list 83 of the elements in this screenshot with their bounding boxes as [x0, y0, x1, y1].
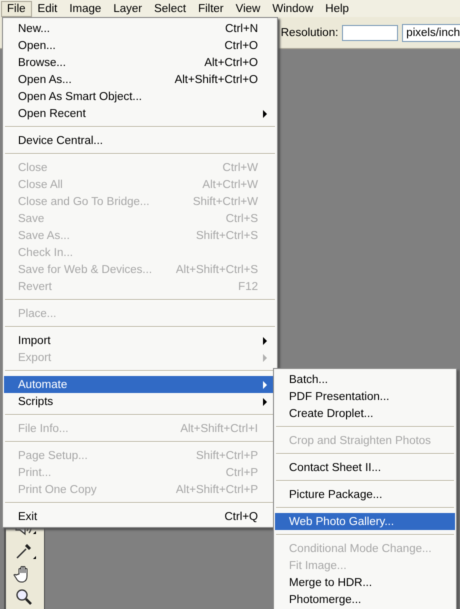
menu-item-label: Exit — [18, 510, 38, 522]
menu-item-label: Open Recent — [18, 108, 87, 120]
shortcut-label: Alt+Shift+Ctrl+P — [176, 484, 258, 496]
shortcut-label: Alt+Ctrl+W — [202, 178, 258, 190]
menu-bar-item[interactable]: Window — [266, 0, 320, 16]
shortcut-label: Alt+Shift+Ctrl+O — [174, 74, 258, 86]
menu-bar-item[interactable]: Help — [319, 0, 355, 16]
menu-item-label: PDF Presentation... — [289, 390, 390, 402]
menu-item-label: Contact Sheet II... — [289, 462, 382, 474]
menu-item[interactable]: Open As... Alt+Shift+Ctrl+O — [4, 71, 276, 88]
menu-item-label: Picture Package... — [289, 488, 384, 500]
menu-item[interactable]: Exit Ctrl+Q — [4, 508, 276, 525]
shortcut-label: Alt+Shift+Ctrl+I — [180, 422, 258, 434]
menu-item[interactable]: Picture Package... — [275, 486, 455, 503]
menu-item-label: Save — [18, 212, 46, 224]
menu-bar-item[interactable]: View — [230, 0, 266, 16]
shortcut-label: Shift+Ctrl+S — [196, 230, 258, 242]
menu-bar-item[interactable]: Filter — [192, 0, 230, 16]
shortcut-label: Ctrl+P — [226, 466, 258, 478]
menu-item-label: Browse... — [18, 56, 67, 68]
menu-item[interactable]: Automate — [4, 376, 276, 393]
menu-item-label: Create Droplet... — [289, 408, 374, 420]
menu-item-label: Print... — [18, 466, 52, 478]
menu-item-label: Save for Web & Devices... — [18, 264, 154, 276]
menu-item-label: Scripts — [18, 396, 54, 408]
shortcut-label: Alt+Ctrl+O — [204, 56, 258, 68]
menu-item[interactable]: Contact Sheet II... — [275, 459, 455, 476]
shortcut-label: Shift+Ctrl+W — [192, 196, 258, 208]
menu-item[interactable]: Import — [4, 332, 276, 349]
menu-item-label: Device Central... — [18, 134, 104, 146]
menu-item-label: Close All — [18, 178, 64, 190]
menu-item-label: Export — [18, 352, 52, 364]
menu-item-label: Close and Go To Bridge... — [18, 196, 150, 208]
menu-item-label: Import — [18, 334, 52, 346]
menu-item-label: Save As... — [18, 230, 71, 242]
shortcut-label: Ctrl+S — [226, 212, 258, 224]
resolution-label: Resolution: — [280, 26, 338, 38]
menu-item[interactable]: Merge to HDR... — [275, 574, 455, 591]
menu-item[interactable]: New... Ctrl+N — [4, 20, 276, 37]
shortcut-label: Shift+Ctrl+P — [196, 450, 258, 462]
menu-bar-item[interactable]: Layer — [107, 0, 148, 16]
shortcut-label: Ctrl+O — [224, 40, 258, 52]
menu-item-label: Check In... — [18, 246, 74, 258]
menu-item-label: Open As... — [18, 74, 73, 86]
shortcut-label: Alt+Shift+Ctrl+S — [176, 264, 258, 276]
menu-item[interactable]: PDF Presentation... — [275, 388, 455, 405]
menu-item-label: Automate — [18, 378, 68, 390]
shortcut-label: Ctrl+W — [222, 162, 258, 174]
unit-dropdown[interactable]: pixels/inch — [402, 24, 460, 42]
menu-item[interactable]: Open As Smart Object... — [4, 88, 276, 105]
menu-item-label: Print One Copy — [18, 484, 98, 496]
menu-item[interactable]: Device Central... — [4, 132, 276, 149]
menu-item-label: Page Setup... — [18, 450, 89, 462]
menu-item[interactable]: Browse... Alt+Ctrl+O — [4, 54, 276, 71]
menu-bar-item[interactable]: Edit — [32, 0, 64, 16]
menu-item[interactable]: Open Recent — [4, 105, 276, 122]
menu-bar-item[interactable]: Image — [63, 0, 108, 16]
menu-item-label: Merge to HDR... — [289, 576, 374, 588]
menu-item-label: Open... — [18, 40, 57, 52]
menu-item-label: Close — [18, 162, 48, 174]
menu-item-label: File Info... — [18, 422, 70, 434]
menu-item-label: Place... — [18, 308, 58, 320]
menu-item-label: Fit Image... — [289, 560, 348, 572]
menu-item-label: Crop and Straighten Photos — [289, 434, 432, 446]
menu-item-label: Revert — [18, 280, 53, 292]
menu-item-label: Web Photo Gallery... — [289, 516, 396, 528]
menu-item-label: New... — [18, 22, 51, 34]
menu-item[interactable]: Photomerge... — [275, 591, 455, 608]
menu-item[interactable]: Batch... — [275, 371, 455, 388]
menu-bar-item[interactable]: Select — [148, 0, 192, 16]
shortcut-label: Ctrl+N — [225, 22, 258, 34]
menu-item[interactable]: Open... Ctrl+O — [4, 37, 276, 54]
resolution-field[interactable] — [342, 24, 398, 40]
menu-item-label: Conditional Mode Change... — [289, 542, 433, 554]
menu-item[interactable]: Create Droplet... — [275, 405, 455, 422]
menu-item-label: Open As Smart Object... — [18, 90, 143, 102]
menu-bar-item[interactable]: File — [1, 0, 32, 16]
menu-item-label: Photomerge... — [289, 594, 362, 606]
shortcut-label: F12 — [238, 280, 258, 292]
menu-item-label: Batch... — [289, 374, 329, 386]
shortcut-label: Ctrl+Q — [224, 510, 258, 522]
menu-item[interactable]: Scripts — [4, 393, 276, 410]
menu-item[interactable]: Web Photo Gallery... — [275, 513, 455, 530]
